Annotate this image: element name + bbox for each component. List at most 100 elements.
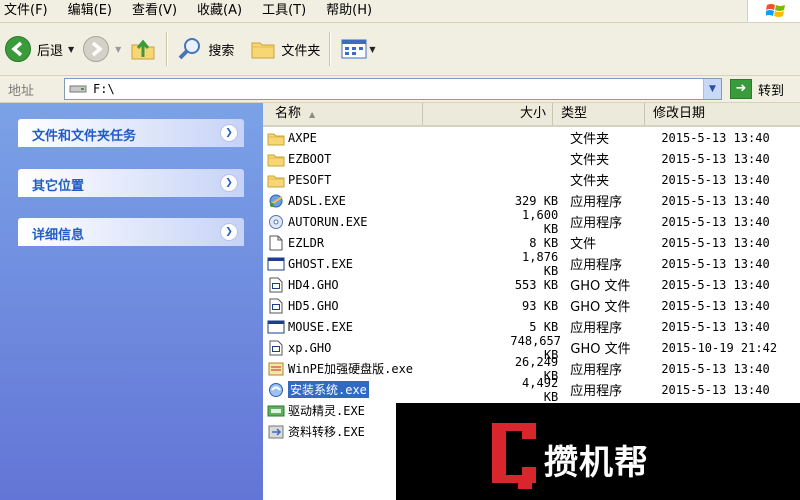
file-name-cell: HD5.GHO bbox=[263, 298, 511, 314]
search-label: 搜索 bbox=[208, 43, 235, 59]
file-row[interactable]: AXPE 文件夹 2015-5-13 13:40 bbox=[263, 127, 800, 148]
menu-help[interactable]: 帮助(H) bbox=[316, 0, 382, 22]
file-name: PESOFT bbox=[288, 172, 332, 187]
file-name: AXPE bbox=[288, 130, 317, 145]
menu-favorites[interactable]: 收藏(A) bbox=[187, 0, 252, 22]
expand-chevron-icon[interactable]: ❯ bbox=[220, 223, 238, 241]
go-button[interactable]: ➜ 转到 bbox=[730, 79, 784, 99]
column-size[interactable]: 大小 bbox=[423, 103, 553, 125]
transfer-app-icon bbox=[268, 425, 284, 438]
menu-view[interactable]: 查看(V) bbox=[122, 0, 187, 22]
list-header: 名称 ▲ 大小 类型 修改日期 bbox=[263, 103, 800, 127]
address-dropdown-icon[interactable]: ▼ bbox=[703, 79, 721, 99]
file-date: 2015-5-13 13:40 bbox=[661, 151, 770, 166]
file-row[interactable]: 安装系统.exe 4,492 KB 应用程序 2015-5-13 13:40 bbox=[263, 376, 800, 404]
file-size: 329 KB bbox=[514, 193, 559, 208]
file-date: 2015-5-13 13:40 bbox=[661, 256, 770, 271]
forward-arrow-icon bbox=[83, 36, 110, 62]
file-name: 安装系统.exe bbox=[288, 381, 369, 398]
file-name-cell: EZLDR bbox=[263, 235, 511, 251]
file-name-cell: xp.GHO bbox=[263, 340, 510, 356]
expand-chevron-icon[interactable]: ❯ bbox=[220, 124, 238, 142]
file-row[interactable]: HD4.GHO 553 KB GHO 文件 2015-5-13 13:40 bbox=[263, 274, 800, 295]
up-folder-button[interactable] bbox=[125, 29, 161, 69]
menu-file[interactable]: 文件(F) bbox=[0, 0, 58, 22]
file-type: 应用程序 bbox=[570, 216, 623, 231]
column-type[interactable]: 类型 bbox=[553, 103, 645, 125]
search-icon bbox=[178, 38, 201, 60]
file-type: 应用程序 bbox=[570, 384, 623, 399]
search-button[interactable]: 搜索 bbox=[173, 29, 238, 69]
file-type: 文件 bbox=[570, 237, 597, 252]
file-row[interactable]: EZBOOT 文件夹 2015-5-13 13:40 bbox=[263, 148, 800, 169]
views-icon bbox=[341, 39, 367, 59]
go-arrow-icon: ➜ bbox=[730, 79, 752, 99]
column-modified[interactable]: 修改日期 bbox=[645, 103, 800, 125]
file-date: 2015-5-13 13:40 bbox=[661, 172, 770, 187]
folder-icon bbox=[267, 154, 285, 166]
file-row[interactable]: PESOFT 文件夹 2015-5-13 13:40 bbox=[263, 169, 800, 190]
file-type: 文件夹 bbox=[570, 174, 610, 189]
views-dropdown-icon[interactable]: ▼ bbox=[369, 45, 375, 54]
menu-edit[interactable]: 编辑(E) bbox=[58, 0, 122, 22]
gho-file-icon bbox=[269, 340, 283, 355]
file-row[interactable]: GHOST.EXE 1,876 KB 应用程序 2015-5-13 13:40 bbox=[263, 250, 800, 278]
file-type: GHO 文件 bbox=[570, 300, 631, 315]
column-size-label: 大小 bbox=[519, 106, 546, 121]
column-name[interactable]: 名称 ▲ bbox=[263, 103, 423, 125]
file-type: GHO 文件 bbox=[570, 342, 631, 357]
folder-icon bbox=[267, 133, 285, 145]
file-size: 93 KB bbox=[522, 298, 559, 313]
file-date: 2015-10-19 21:42 bbox=[661, 340, 778, 355]
window-app-icon bbox=[267, 257, 285, 270]
file-name: HD4.GHO bbox=[288, 277, 339, 292]
file-name-cell: AUTORUN.EXE bbox=[263, 214, 511, 230]
expand-chevron-icon[interactable]: ❯ bbox=[220, 174, 238, 192]
task-other-places[interactable]: 其它位置 ❯ bbox=[18, 169, 244, 197]
address-input[interactable]: F:\ ▼ bbox=[64, 78, 722, 100]
task-pane: 文件和文件夹任务 ❯ 其它位置 ❯ 详细信息 ❯ bbox=[0, 103, 263, 500]
forward-dropdown-icon[interactable]: ▼ bbox=[115, 45, 121, 54]
back-dropdown-icon[interactable]: ▼ bbox=[68, 45, 74, 54]
windows-flag-icon bbox=[766, 4, 785, 17]
views-button[interactable]: ▼ bbox=[336, 29, 379, 69]
file-date: 2015-5-13 13:40 bbox=[661, 235, 770, 250]
folders-button[interactable]: 文件夹 bbox=[246, 29, 324, 69]
file-row[interactable]: HD5.GHO 93 KB GHO 文件 2015-5-13 13:40 bbox=[263, 295, 800, 316]
forward-button[interactable]: ▼ bbox=[78, 29, 125, 69]
file-name-cell: AXPE bbox=[263, 130, 511, 146]
task-title: 详细信息 bbox=[32, 228, 85, 243]
toolbar-separator bbox=[329, 32, 332, 66]
back-button[interactable]: 后退 ▼ bbox=[0, 29, 78, 69]
file-type: 应用程序 bbox=[570, 258, 623, 273]
menu-tools[interactable]: 工具(T) bbox=[252, 0, 316, 22]
address-label: 地址 bbox=[8, 83, 35, 99]
file-date: 2015-5-13 13:40 bbox=[661, 319, 770, 334]
task-title: 其它位置 bbox=[32, 179, 85, 194]
address-value: F:\ bbox=[93, 82, 115, 96]
autorun-app-icon bbox=[269, 214, 283, 229]
toolbar-separator bbox=[166, 32, 169, 66]
task-details[interactable]: 详细信息 ❯ bbox=[18, 218, 244, 246]
file-type: GHO 文件 bbox=[570, 279, 631, 294]
go-label: 转到 bbox=[758, 83, 785, 99]
file-name: MOUSE.EXE bbox=[288, 319, 354, 334]
file-size: 553 KB bbox=[514, 277, 559, 292]
windows-logo-area bbox=[747, 0, 800, 22]
file-date: 2015-5-13 13:40 bbox=[661, 130, 770, 145]
watermark-overlay: 攒机帮 bbox=[396, 403, 800, 500]
file-date: 2015-5-13 13:40 bbox=[661, 298, 770, 313]
file-date: 2015-5-13 13:40 bbox=[661, 277, 770, 292]
sort-ascending-icon: ▲ bbox=[309, 110, 316, 119]
file-row[interactable]: AUTORUN.EXE 1,600 KB 应用程序 2015-5-13 13:40 bbox=[263, 208, 800, 236]
task-file-folder-tasks[interactable]: 文件和文件夹任务 ❯ bbox=[18, 119, 244, 147]
file-name: AUTORUN.EXE bbox=[288, 214, 368, 229]
folder-icon bbox=[267, 175, 285, 187]
folders-icon bbox=[251, 42, 275, 59]
file-name: ADSL.EXE bbox=[288, 193, 346, 208]
file-name-cell: MOUSE.EXE bbox=[263, 319, 511, 335]
up-folder-icon bbox=[131, 39, 155, 60]
file-name-cell: GHOST.EXE bbox=[263, 256, 511, 272]
file-name: 驱动精灵.EXE bbox=[288, 404, 365, 418]
watermark-text: 攒机帮 bbox=[544, 443, 649, 483]
